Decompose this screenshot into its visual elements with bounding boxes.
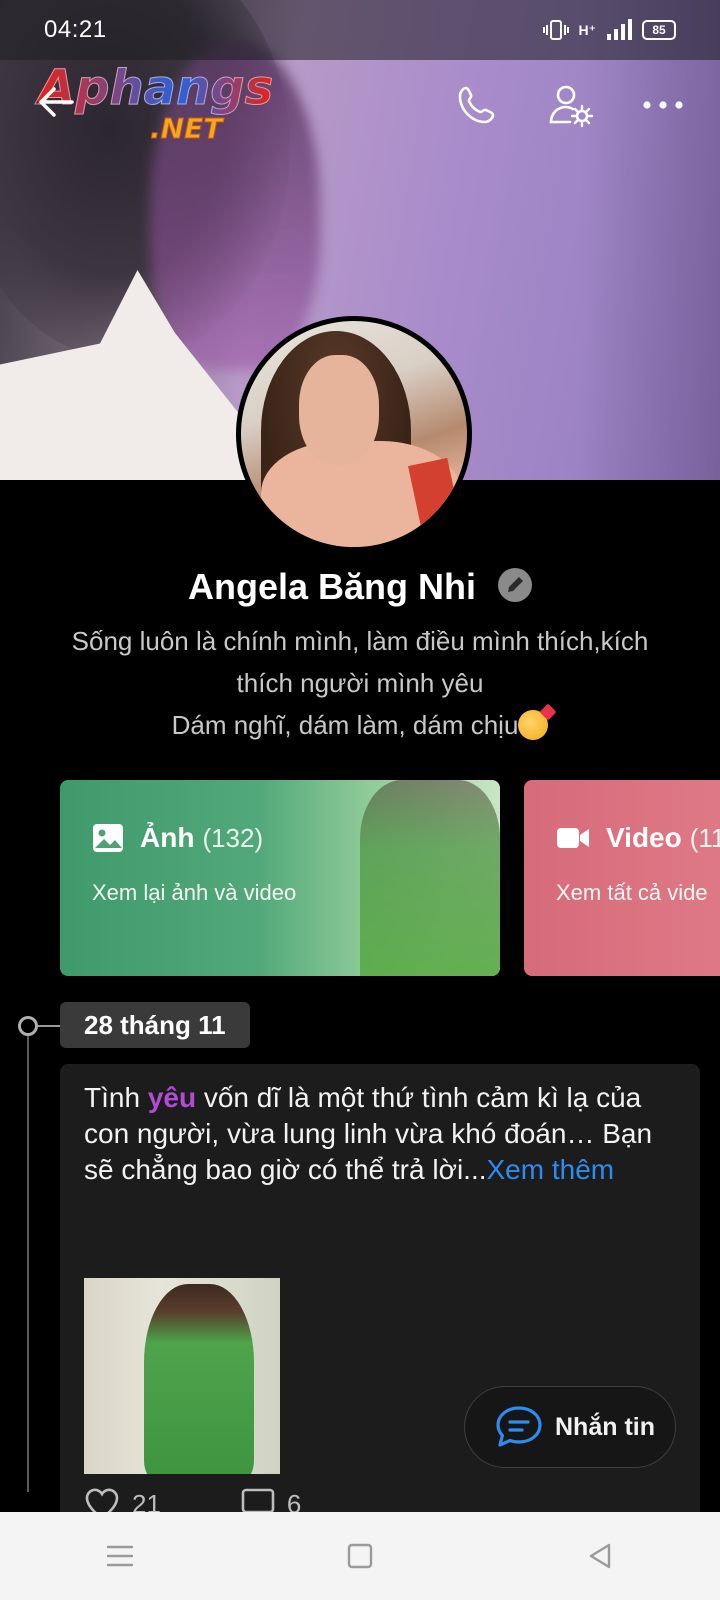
vibrate-icon: [542, 20, 569, 40]
photos-card-title: Ảnh: [140, 822, 195, 853]
edit-pencil-icon[interactable]: [498, 568, 533, 603]
status-icons: H⁺ 85: [542, 19, 676, 41]
message-button-label: Nhắn tin: [555, 1412, 655, 1441]
menu-icon[interactable]: [90, 1526, 150, 1586]
profile-name-row: Angela Băng Nhi: [0, 566, 720, 608]
chat-bubble-icon: [496, 1406, 542, 1447]
timeline-dot: [18, 1016, 38, 1036]
phone-icon[interactable]: [454, 82, 500, 128]
status-time: 04:21: [44, 16, 107, 43]
avatar[interactable]: [236, 316, 472, 552]
signal-icon: [607, 19, 632, 40]
video-card-title: Video: [606, 822, 682, 853]
bio-line-1: Sống luôn là chính mình, làm điều mình t…: [71, 626, 649, 656]
more-horizontal-icon[interactable]: [640, 82, 686, 128]
video-camera-icon: [557, 828, 589, 848]
media-cards: Ảnh (132) Xem lại ảnh và video Video (11…: [60, 780, 720, 976]
profile-screen: 04:21 H⁺ 85 Aphangs .NET Angela Băng Nhi…: [0, 0, 720, 1600]
timeline-date: 28 tháng 11: [84, 1009, 226, 1040]
home-square-icon[interactable]: [330, 1526, 390, 1586]
status-bar: 04:21 H⁺ 85: [0, 0, 720, 60]
watermark-line2: .NET: [149, 112, 223, 145]
network-type: H⁺: [578, 21, 597, 38]
photos-card[interactable]: Ảnh (132) Xem lại ảnh và video: [60, 780, 500, 976]
battery-icon: 85: [642, 20, 676, 40]
photos-card-count: (132): [202, 822, 264, 853]
video-card[interactable]: Video (11 Xem tất cả vide: [524, 780, 720, 976]
timeline-connector: [38, 1025, 60, 1027]
video-card-subtitle: Xem tất cả vide: [556, 880, 708, 905]
timeline-line: [27, 1032, 29, 1492]
top-bar: Aphangs .NET: [0, 60, 720, 143]
profile-name: Angela Băng Nhi: [187, 566, 476, 607]
profile-bio: Sống luôn là chính mình, làm điều mình t…: [20, 620, 700, 746]
see-more-link[interactable]: Xem thêm: [487, 1154, 615, 1185]
bio-line-2: thích người mình yêu: [236, 668, 484, 698]
bio-line-3: Dám nghĩ, dám làm, dám chịu: [171, 710, 519, 740]
arrow-left-icon[interactable]: [32, 78, 80, 126]
post-text-highlight[interactable]: yêu: [148, 1082, 196, 1113]
system-nav-bar: [0, 1512, 720, 1600]
user-settings-icon[interactable]: [548, 82, 594, 128]
photos-card-subtitle: Xem lại ảnh và video: [92, 880, 297, 905]
video-card-count: (11: [689, 822, 720, 853]
back-triangle-icon[interactable]: [570, 1526, 630, 1586]
post-image[interactable]: [84, 1278, 280, 1474]
timeline-date-chip: 28 tháng 11: [60, 1002, 250, 1048]
post-text: Tình yêu vốn dĩ là một thứ tình cảm kì l…: [84, 1080, 684, 1188]
post-text-before: Tình: [84, 1082, 148, 1113]
message-button[interactable]: Nhắn tin: [464, 1386, 676, 1468]
smiling-face-hearts-icon: [518, 710, 549, 740]
image-icon: [93, 824, 123, 852]
